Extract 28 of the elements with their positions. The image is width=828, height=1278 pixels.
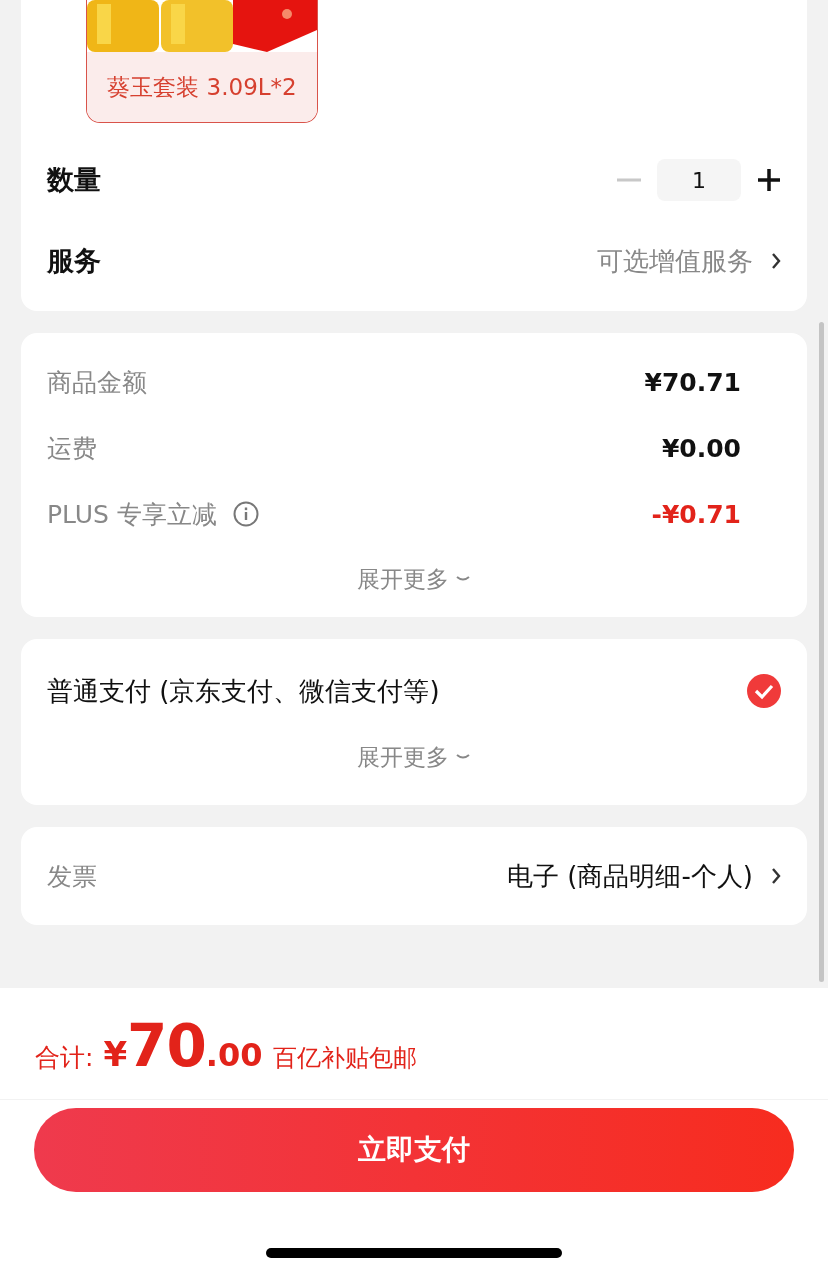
service-label: 服务 — [47, 244, 101, 278]
price-value: ¥0.00 — [661, 433, 741, 463]
chevron-right-icon — [771, 867, 781, 885]
product-label: 葵玉套装 3.09L*2 — [87, 52, 317, 122]
plus-icon[interactable] — [757, 168, 781, 192]
quantity-label: 数量 — [47, 163, 101, 197]
price-value: -¥0.71 — [651, 499, 741, 529]
info-icon[interactable] — [232, 501, 259, 527]
currency-symbol: ¥ — [103, 1034, 128, 1074]
shipping-note: 百亿补贴包邮 — [272, 1043, 417, 1074]
chevron-right-icon — [771, 252, 781, 270]
product-option[interactable]: 葵玉套装 3.09L*2 — [86, 0, 318, 123]
service-link[interactable]: 可选增值服务 — [597, 243, 781, 279]
total-amount: 70 — [127, 1012, 206, 1080]
invoice-label: 发票 — [47, 860, 97, 893]
quantity-field[interactable]: 1 — [657, 159, 741, 201]
price-label: 商品金额 — [47, 366, 147, 399]
pay-now-button[interactable]: 立即支付 — [34, 1108, 794, 1192]
payment-option-label: 普通支付 (京东支付、微信支付等) — [47, 674, 440, 708]
total-decimals: .00 — [205, 1036, 263, 1074]
check-circle-icon[interactable] — [747, 674, 781, 708]
invoice-link[interactable]: 电子 (商品明细-个人) — [507, 858, 781, 894]
price-label: PLUS 专享立减 — [47, 498, 217, 531]
expand-more-link[interactable]: 展开更多 — [357, 547, 471, 611]
price-label: 运费 — [47, 432, 97, 465]
price-value: ¥70.71 — [644, 367, 741, 397]
expand-more-link[interactable]: 展开更多 — [357, 725, 471, 789]
total-label: 合计: — [35, 1042, 94, 1074]
